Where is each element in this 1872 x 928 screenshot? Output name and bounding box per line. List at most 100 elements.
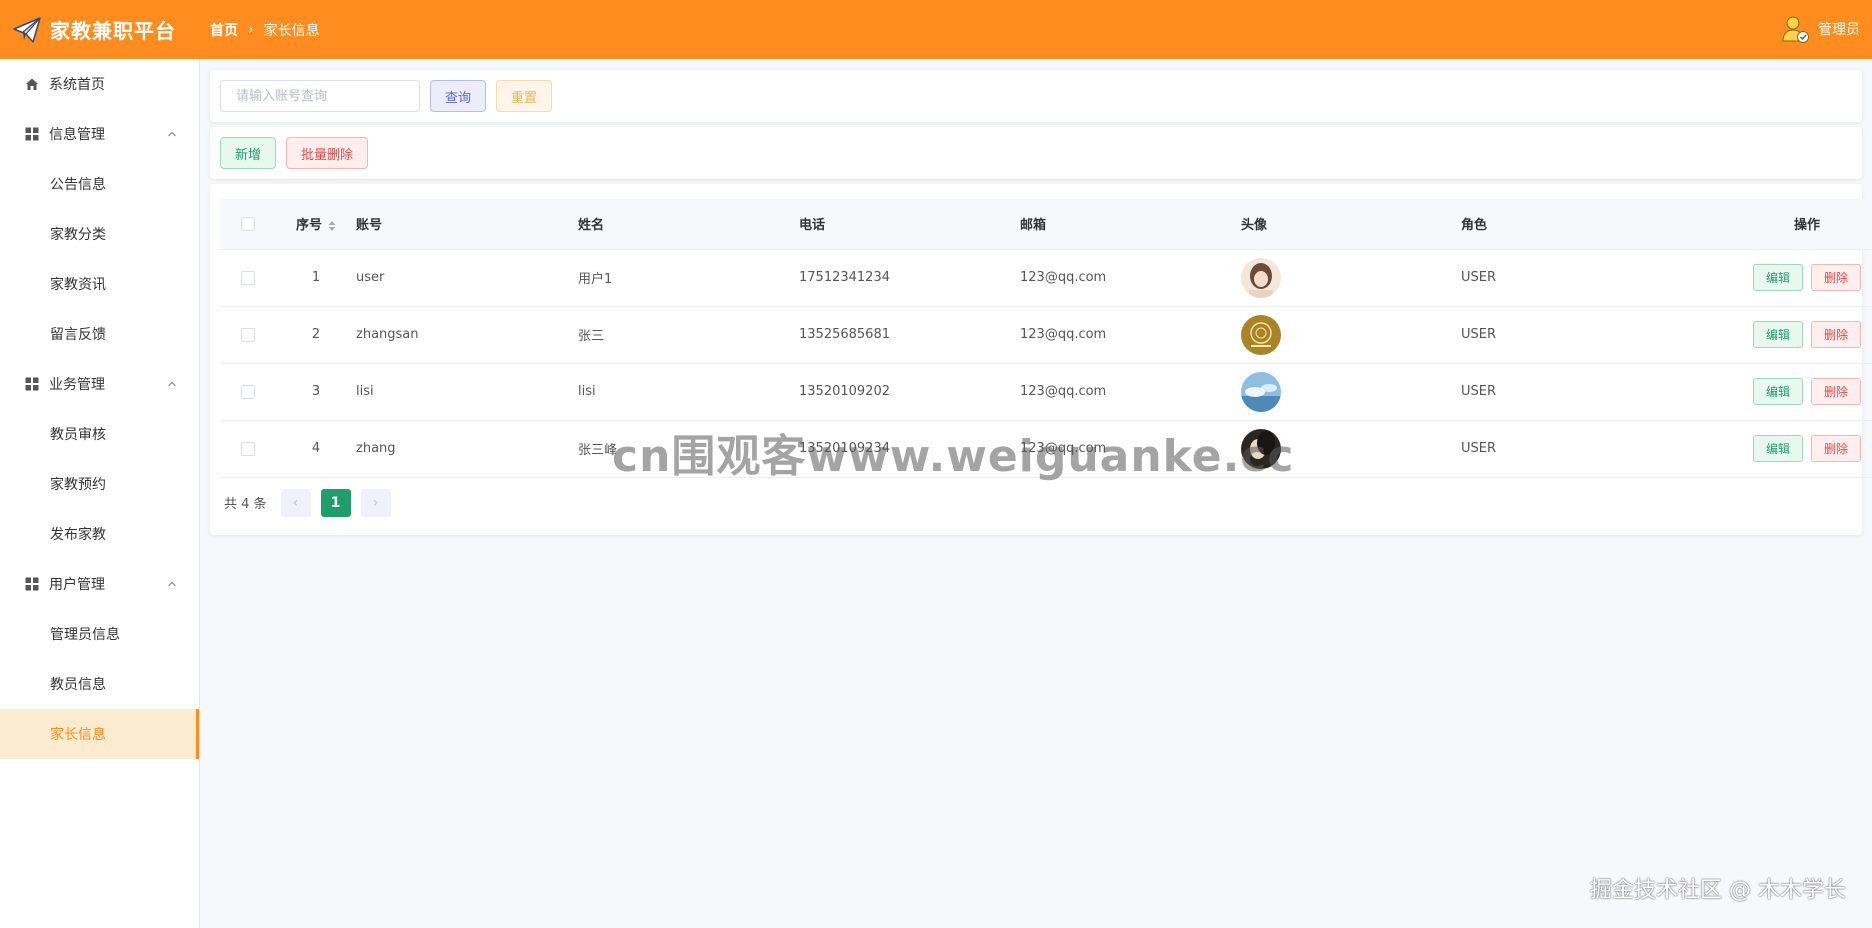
sidebar-item-label: 家教资讯	[50, 277, 106, 293]
account-search-input[interactable]	[220, 80, 420, 112]
prev-page-button[interactable]: ‹	[280, 488, 311, 517]
row-ops: 编辑 删除	[1682, 306, 1872, 364]
row-check-cell	[220, 420, 276, 478]
sidebar-item-tutor-review[interactable]: 教员审核	[0, 409, 199, 459]
avatar[interactable]	[1241, 314, 1281, 355]
delete-button[interactable]: 删除	[1811, 321, 1862, 348]
row-checkbox[interactable]	[241, 270, 255, 285]
avatar[interactable]	[1241, 371, 1281, 412]
user-label: 管理员	[1818, 22, 1860, 38]
next-page-button[interactable]: ›	[360, 488, 391, 517]
user-menu[interactable]: 管理员	[1780, 14, 1860, 44]
col-name-header: 姓名	[578, 199, 799, 250]
add-button[interactable]: 新增	[220, 137, 277, 169]
query-button[interactable]: 查询	[430, 80, 487, 112]
breadcrumb-home[interactable]: 首页	[210, 20, 238, 40]
breadcrumb: 首页 › 家长信息	[210, 20, 320, 40]
sidebar: 系统首页 信息管理 公告信息 家教分类 家教资讯 留言反馈 业务管理 教员审核 …	[0, 59, 200, 928]
select-all-checkbox[interactable]	[241, 216, 255, 231]
total-count: 共 4 条	[224, 497, 267, 512]
sidebar-item-label: 家长信息	[50, 727, 106, 743]
sidebar-group-users[interactable]: 用户管理	[0, 559, 199, 609]
sidebar-item-bookings[interactable]: 家教预约	[0, 459, 199, 509]
row-email: 123@qq.com	[1020, 363, 1241, 421]
sidebar-item-home[interactable]: 系统首页	[0, 59, 199, 109]
sidebar-item-parents[interactable]: 家长信息	[0, 709, 199, 759]
col-email-header: 邮箱	[1020, 199, 1241, 250]
row-phone: 17512341234	[799, 249, 1020, 307]
sidebar-item-announcements[interactable]: 公告信息	[0, 159, 199, 209]
sidebar-item-news[interactable]: 家教资讯	[0, 259, 199, 309]
edit-button[interactable]: 编辑	[1752, 435, 1803, 462]
delete-button[interactable]: 删除	[1811, 378, 1862, 405]
row-checkbox[interactable]	[241, 327, 255, 342]
sidebar-group-info[interactable]: 信息管理	[0, 109, 199, 159]
chevron-right-icon: ›	[248, 21, 254, 38]
row-account: user	[356, 249, 578, 307]
sidebar-item-tutors[interactable]: 教员信息	[0, 659, 199, 709]
col-account-header: 账号	[356, 199, 578, 250]
sidebar-item-label: 家教预约	[50, 477, 106, 493]
sidebar-item-categories[interactable]: 家教分类	[0, 209, 199, 259]
chevron-up-icon	[168, 131, 176, 137]
top-header: 家教兼职平台 首页 › 家长信息 管理员	[0, 0, 1872, 59]
row-name: 用户1	[578, 249, 799, 307]
col-phone-header: 电话	[799, 199, 1020, 250]
row-checkbox[interactable]	[241, 384, 255, 399]
chevron-up-icon	[168, 581, 176, 587]
home-icon	[24, 76, 40, 92]
row-checkbox[interactable]	[241, 441, 255, 456]
search-bar: 查询 重置	[210, 70, 1862, 122]
pagination: 共 4 条 ‹ 1 ›	[220, 478, 1852, 528]
col-avatar-header: 头像	[1241, 199, 1461, 250]
row-phone: 13520109202	[799, 363, 1020, 421]
row-ops: 编辑 删除	[1682, 249, 1872, 307]
row-account: zhang	[356, 420, 578, 478]
edit-button[interactable]: 编辑	[1752, 378, 1803, 405]
col-role-header: 角色	[1461, 199, 1682, 250]
row-account: zhangsan	[356, 306, 578, 364]
app-logo[interactable]: 家教兼职平台	[0, 15, 200, 45]
table-header-row: 序号 账号 姓名 电话 邮箱 头像 角色 操作	[220, 199, 1872, 250]
col-index-header[interactable]: 序号	[276, 199, 356, 250]
delete-button[interactable]: 删除	[1811, 264, 1862, 291]
col-index-label: 序号	[295, 218, 322, 234]
row-avatar-cell	[1241, 249, 1461, 307]
sidebar-item-label: 教员信息	[50, 677, 106, 693]
row-index: 2	[276, 306, 356, 364]
page-number-button[interactable]: 1	[320, 488, 351, 517]
sidebar-item-publish[interactable]: 发布家教	[0, 509, 199, 559]
admin-user-icon	[1782, 16, 1809, 43]
sort-icon[interactable]	[328, 220, 336, 232]
row-account: lisi	[356, 363, 578, 421]
row-avatar-cell	[1241, 306, 1461, 364]
table-row: 3 lisi lisi 13520109202 123@qq.com USER …	[220, 363, 1872, 421]
table-row: 2 zhangsan 张三 13525685681 123@qq.com USE…	[220, 306, 1872, 364]
row-check-cell	[220, 363, 276, 421]
edit-button[interactable]: 编辑	[1752, 321, 1803, 348]
col-ops-header: 操作	[1682, 199, 1872, 250]
row-check-cell	[220, 306, 276, 364]
action-bar: 新增 批量删除	[210, 127, 1862, 179]
row-email: 123@qq.com	[1020, 249, 1241, 307]
watermark-text: cn围观客www.weiguanke.cc	[612, 431, 1295, 482]
sidebar-group-business[interactable]: 业务管理	[0, 359, 199, 409]
row-ops: 编辑 删除	[1682, 420, 1872, 478]
sidebar-item-label: 发布家教	[50, 527, 106, 543]
sidebar-group-label: 信息管理	[49, 127, 105, 143]
row-name: 张三	[578, 306, 799, 364]
sidebar-item-feedback[interactable]: 留言反馈	[0, 309, 199, 359]
grid-icon	[24, 576, 40, 592]
reset-button[interactable]: 重置	[496, 80, 553, 112]
batch-delete-button[interactable]: 批量删除	[286, 137, 369, 169]
sidebar-item-label: 公告信息	[50, 177, 106, 193]
edit-button[interactable]: 编辑	[1752, 264, 1803, 291]
row-role: USER	[1461, 363, 1682, 421]
sidebar-item-label: 教员审核	[50, 427, 106, 443]
delete-button[interactable]: 删除	[1811, 435, 1862, 462]
sidebar-group-label: 用户管理	[49, 577, 105, 593]
sidebar-item-label: 家教分类	[50, 227, 106, 243]
sidebar-item-admins[interactable]: 管理员信息	[0, 609, 199, 659]
row-index: 3	[276, 363, 356, 421]
avatar[interactable]	[1241, 257, 1281, 298]
